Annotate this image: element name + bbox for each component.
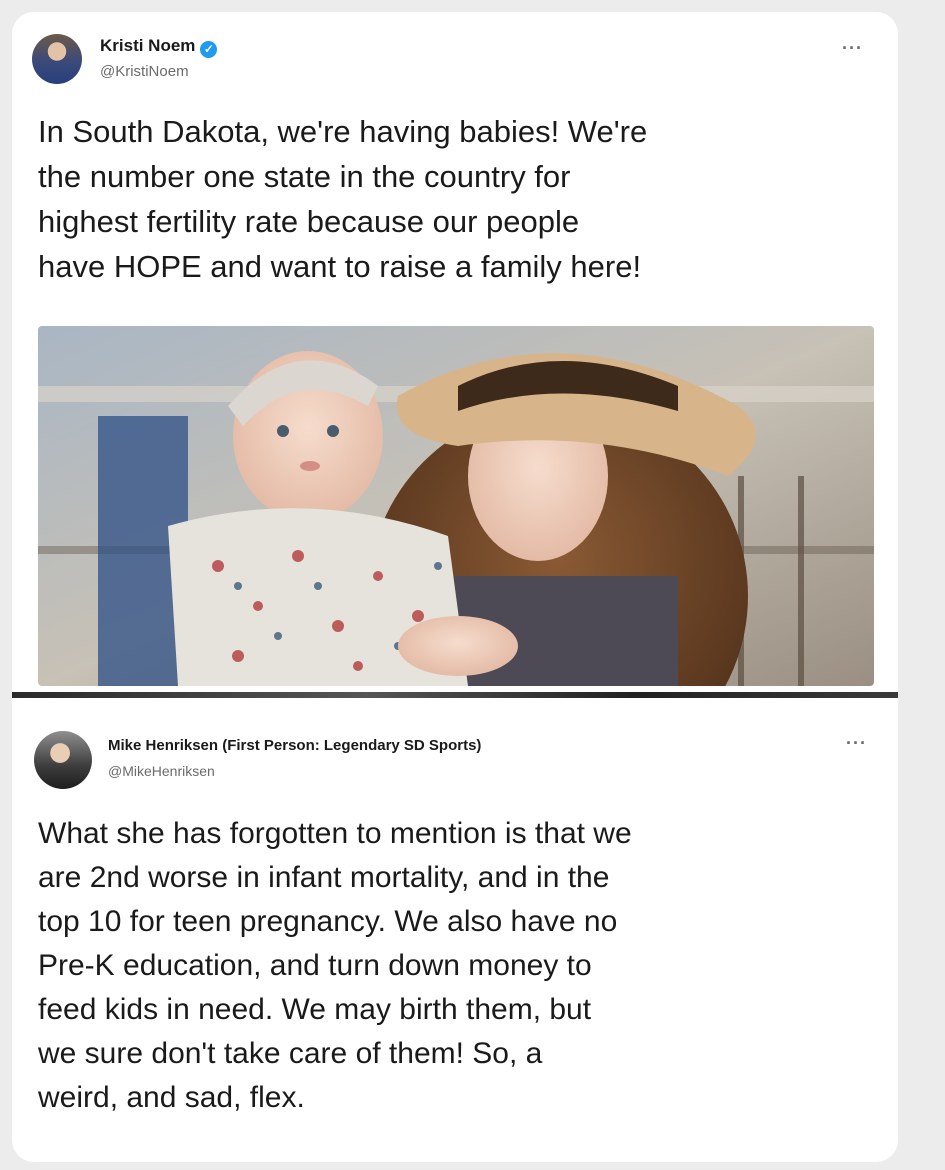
avatar[interactable]	[32, 34, 82, 84]
user-handle[interactable]: @KristiNoem	[100, 63, 189, 80]
avatar[interactable]	[34, 731, 92, 789]
tweet-photo[interactable]	[38, 326, 874, 686]
more-options-icon[interactable]: ···	[842, 38, 863, 59]
screenshot-card: Kristi Noem ✓ @KristiNoem ··· In South Da…	[12, 12, 898, 1162]
tweet-text: What she has forgotten to mention is tha…	[38, 817, 632, 1114]
display-name-text[interactable]: Kristi Noem	[100, 36, 195, 55]
more-options-icon[interactable]: ···	[846, 733, 867, 754]
display-name[interactable]: Mike Henriksen (First Person: Legendary …	[108, 737, 481, 754]
tweet-mike-henriksen[interactable]: Mike Henriksen (First Person: Legendary …	[12, 697, 898, 1162]
tweet-text: In South Dakota, we're having babies! We…	[38, 114, 648, 284]
photo-mother-and-baby	[38, 326, 874, 686]
display-name[interactable]: Kristi Noem ✓	[100, 36, 218, 58]
verified-check-icon: ✓	[200, 41, 218, 58]
user-handle[interactable]: @MikeHenriksen	[108, 763, 215, 779]
tweet-kristi-noem[interactable]: Kristi Noem ✓ @KristiNoem ··· In South Da…	[12, 12, 898, 692]
